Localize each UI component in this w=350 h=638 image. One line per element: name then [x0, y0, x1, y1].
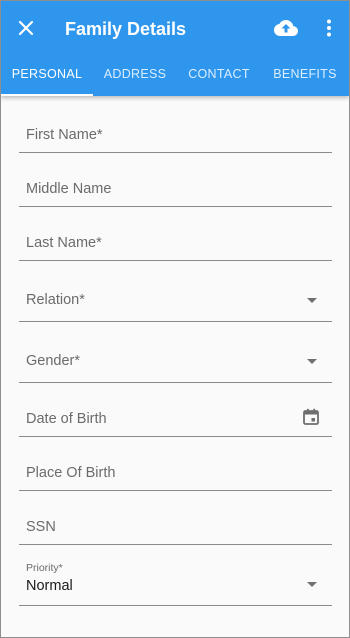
upload-button[interactable] — [271, 13, 301, 43]
ssn-field[interactable]: SSN — [19, 511, 332, 545]
last-name-underline — [19, 260, 332, 261]
tab-address[interactable]: ADDRESS — [93, 55, 177, 96]
chevron-down-icon — [307, 582, 317, 587]
tab-personal[interactable]: PERSONAL — [1, 55, 93, 96]
close-icon — [18, 20, 34, 36]
relation-placeholder: Relation* — [26, 292, 85, 308]
priority-label: Priority* — [26, 562, 63, 574]
first-name-underline — [19, 152, 332, 153]
tab-benefits[interactable]: BENEFITS — [261, 55, 349, 96]
ssn-underline — [19, 544, 332, 545]
gender-placeholder: Gender* — [26, 353, 81, 369]
more-options-button[interactable] — [319, 13, 339, 43]
cloud-upload-icon — [274, 20, 298, 36]
app-bar: Family Details PERSONAL ADDRESS CONTACT … — [1, 1, 349, 96]
close-button[interactable] — [11, 13, 41, 43]
middle-name-underline — [19, 206, 332, 207]
gender-underline — [19, 382, 332, 383]
more-vert-icon — [327, 19, 331, 37]
tab-contact[interactable]: CONTACT — [177, 55, 261, 96]
tab-bar: PERSONAL ADDRESS CONTACT BENEFITS — [1, 55, 349, 96]
app-screen: Family Details PERSONAL ADDRESS CONTACT … — [0, 0, 350, 638]
date-of-birth-underline — [19, 436, 332, 437]
gender-select[interactable]: Gender* — [19, 345, 332, 383]
relation-select[interactable]: Relation* — [19, 284, 332, 322]
chevron-down-icon — [307, 298, 317, 303]
place-of-birth-placeholder: Place Of Birth — [26, 465, 116, 481]
priority-underline — [19, 605, 332, 606]
priority-select[interactable]: Priority* Normal — [19, 562, 332, 606]
calendar-icon[interactable] — [301, 407, 321, 427]
last-name-field[interactable]: Last Name* — [19, 227, 332, 261]
date-of-birth-placeholder: Date of Birth — [26, 411, 107, 427]
first-name-field[interactable]: First Name* — [19, 119, 332, 153]
ssn-placeholder: SSN — [26, 519, 56, 535]
chevron-down-icon — [307, 359, 317, 364]
first-name-placeholder: First Name* — [26, 127, 103, 143]
place-of-birth-field[interactable]: Place Of Birth — [19, 457, 332, 491]
active-tab-indicator — [1, 94, 93, 96]
priority-value: Normal — [26, 578, 73, 594]
middle-name-placeholder: Middle Name — [26, 181, 112, 197]
place-of-birth-underline — [19, 490, 332, 491]
page-title: Family Details — [65, 19, 187, 39]
date-of-birth-field[interactable]: Date of Birth — [19, 405, 332, 437]
last-name-placeholder: Last Name* — [26, 235, 102, 251]
middle-name-field[interactable]: Middle Name — [19, 173, 332, 207]
relation-underline — [19, 321, 332, 322]
